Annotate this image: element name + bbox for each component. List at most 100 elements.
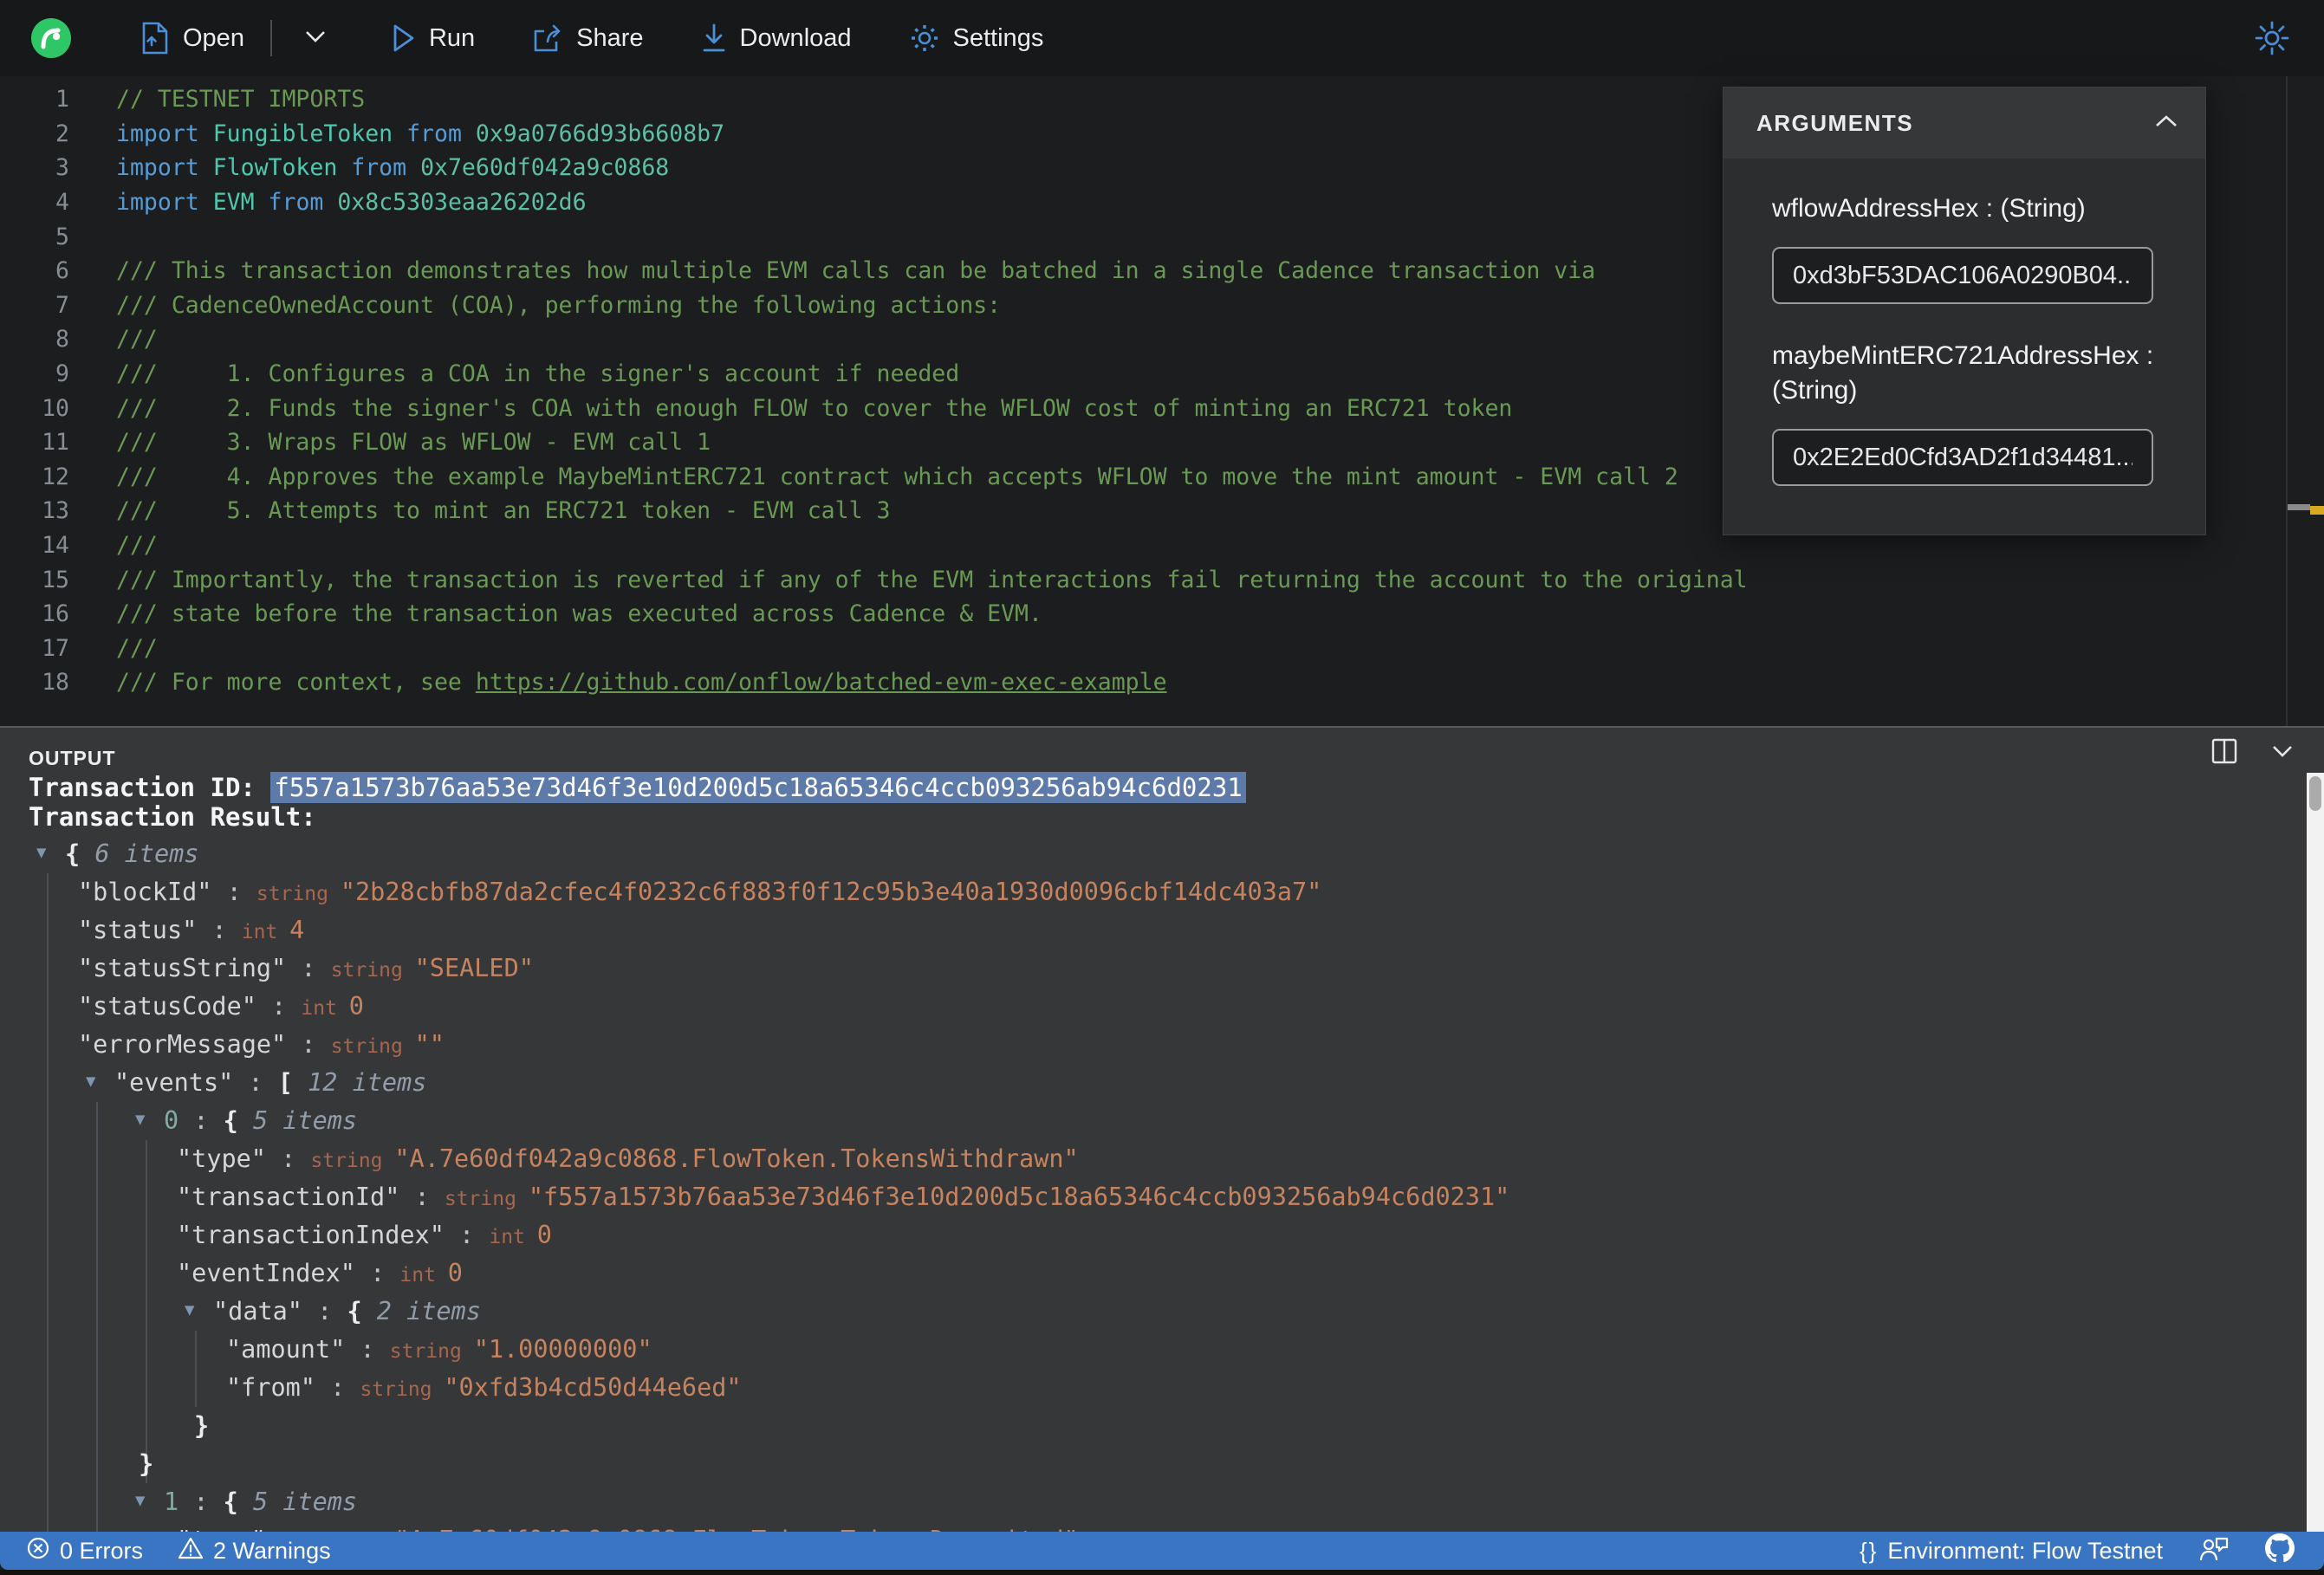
collapse-triangle-icon[interactable]: ▼ xyxy=(135,1100,164,1138)
code-line: 15/// Importantly, the transaction is re… xyxy=(0,562,2324,597)
line-number: 6 xyxy=(55,257,69,285)
tree-row: "errorMessage" : string "" xyxy=(78,1030,445,1059)
line-number: 7 xyxy=(55,291,69,319)
warning-triangle-icon xyxy=(178,1536,204,1566)
transaction-id-label: Transaction ID: xyxy=(29,773,271,802)
settings-button[interactable]: Settings xyxy=(906,16,1048,61)
overview-ruler-divider xyxy=(2286,76,2288,726)
line-number: 14 xyxy=(42,532,69,560)
tree-row: "transactionIndex" : int 0 xyxy=(177,1221,552,1249)
run-play-icon xyxy=(392,23,416,53)
run-label: Run xyxy=(428,23,476,52)
github-button[interactable] xyxy=(2265,1533,2295,1569)
github-octocat-icon xyxy=(2265,1533,2295,1569)
line-number: 13 xyxy=(42,497,69,525)
code-link[interactable]: https://github.com/onflow/batched-evm-ex… xyxy=(476,669,1167,696)
tree-row: ▼ "data" : { 2 items xyxy=(0,1293,2303,1331)
braces-icon: {} xyxy=(1859,1537,1879,1564)
warnings-status[interactable]: 2 Warnings xyxy=(178,1536,331,1566)
transaction-result-tree: ▼{ 6 items "blockId" : string "2b28cbfb87… xyxy=(0,835,2303,1533)
share-label: Share xyxy=(576,23,644,52)
argument-input-wflow[interactable] xyxy=(1772,247,2153,304)
line-number: 17 xyxy=(42,634,69,662)
errors-status[interactable]: 0 Errors xyxy=(26,1536,143,1566)
toolbar: Open Run Share Download Settings xyxy=(0,0,2324,76)
open-label: Open xyxy=(183,23,244,52)
warnings-count-label: 2 Warnings xyxy=(213,1537,331,1564)
tree-row: "blockId" : string "2b28cbfb87da2cfec4f0… xyxy=(78,878,1322,906)
output-title: OUTPUT xyxy=(29,747,116,769)
code-line: 17/// xyxy=(0,632,2324,666)
argument-label-maybemint: maybeMintERC721AddressHex : (String) xyxy=(1772,341,2154,405)
tree-row: ▼ 0 : { 5 items xyxy=(0,1102,2303,1140)
tree-row: "statusString" : string "SEALED" xyxy=(78,954,534,982)
toolbar-divider xyxy=(269,20,272,56)
open-button[interactable]: Open xyxy=(137,15,248,62)
feedback-button[interactable] xyxy=(2199,1534,2229,1568)
tree-row: ▼ "events" : [ 12 items xyxy=(0,1064,2303,1102)
arguments-body: wflowAddressHex : (String) maybeMintERC7… xyxy=(1724,159,2205,535)
arguments-panel: ARGUMENTS wflowAddressHex : (String) may… xyxy=(1723,87,2206,535)
error-circle-icon xyxy=(26,1536,50,1566)
tree-row: "transactionId" : string "f557a1573b76aa… xyxy=(177,1183,1510,1211)
arguments-title: ARGUMENTS xyxy=(1756,109,1914,136)
line-number: 1 xyxy=(55,86,69,113)
line-number: 11 xyxy=(42,429,69,457)
flow-logo-icon[interactable] xyxy=(31,18,71,58)
share-button[interactable]: Share xyxy=(529,16,646,61)
environment-status[interactable]: {} Environment: Flow Testnet xyxy=(1860,1538,2163,1565)
line-number: 12 xyxy=(42,463,69,490)
code-line: 16/// state before the transaction was e… xyxy=(0,597,2324,632)
tree-row: } xyxy=(139,1449,154,1478)
tree-row: "eventIndex" : int 0 xyxy=(177,1259,463,1287)
collapse-triangle-icon[interactable]: ▼ xyxy=(36,835,65,872)
tree-row: "status" : int 4 xyxy=(78,916,305,944)
transaction-id-value[interactable]: f557a1573b76aa53e73d46f3e10d200d5c18a653… xyxy=(270,772,1246,803)
settings-label: Settings xyxy=(952,23,1044,52)
tree-row: ▼ 1 : { 5 items xyxy=(0,1483,2303,1521)
theme-toggle-sun-icon[interactable] xyxy=(2253,19,2291,62)
open-dropdown-button[interactable] xyxy=(293,21,338,56)
run-button[interactable]: Run xyxy=(388,16,478,60)
collapse-panel-chevron-icon[interactable] xyxy=(2269,742,2296,760)
collapse-triangle-icon[interactable]: ▼ xyxy=(185,1291,213,1329)
errors-count-label: 0 Errors xyxy=(60,1537,144,1564)
environment-label: Environment: Flow Testnet xyxy=(1887,1537,2163,1564)
line-number: 16 xyxy=(42,600,69,628)
download-icon xyxy=(701,23,727,54)
gear-icon xyxy=(909,23,940,54)
line-number: 2 xyxy=(55,120,69,147)
desktop-edge-strip xyxy=(0,1570,2324,1575)
flow-runner-app: Open Run Share Download Settings 1 // TE… xyxy=(0,0,2324,1575)
tree-row: "from" : string "0xfd3b4cd50d44e6ed" xyxy=(226,1373,742,1402)
download-button[interactable]: Download xyxy=(698,16,855,61)
tree-row: ▼{ 6 items xyxy=(0,835,2303,873)
share-icon xyxy=(532,23,563,54)
argument-label-wflow: wflowAddressHex : (String) xyxy=(1772,194,2086,223)
chevron-down-icon xyxy=(302,28,329,49)
code-line: 18/// For more context, see https://gith… xyxy=(0,665,2324,700)
split-view-icon[interactable] xyxy=(2211,738,2237,764)
collapse-triangle-icon[interactable]: ▼ xyxy=(86,1062,114,1100)
line-number: 3 xyxy=(55,154,69,182)
chevron-up-icon[interactable] xyxy=(2153,113,2179,133)
tree-row: "amount" : string "1.00000000" xyxy=(226,1335,652,1364)
argument-input-maybemint[interactable] xyxy=(1772,429,2153,486)
overview-ruler-warning-marker xyxy=(2310,506,2324,515)
arguments-panel-header[interactable]: ARGUMENTS xyxy=(1724,88,2205,159)
line-number: 18 xyxy=(42,669,69,697)
line-number: 8 xyxy=(55,326,69,353)
transaction-id-line: Transaction ID: f557a1573b76aa53e73d46f3… xyxy=(29,772,1246,803)
output-scrollbar-track[interactable] xyxy=(2307,773,2324,1533)
feedback-person-icon xyxy=(2199,1534,2229,1568)
transaction-result-label: Transaction Result: xyxy=(29,802,316,832)
tree-row: } xyxy=(193,1411,210,1440)
collapse-triangle-icon[interactable]: ▼ xyxy=(135,1481,164,1520)
line-number: 9 xyxy=(55,360,69,388)
line-number: 5 xyxy=(55,223,69,250)
status-bar: 0 Errors 2 Warnings {} Environment: Flow… xyxy=(0,1532,2324,1570)
line-number: 10 xyxy=(42,394,69,422)
output-scrollbar-thumb[interactable] xyxy=(2309,776,2321,811)
open-file-icon xyxy=(140,22,170,55)
tree-row: "statusCode" : int 0 xyxy=(78,992,364,1021)
